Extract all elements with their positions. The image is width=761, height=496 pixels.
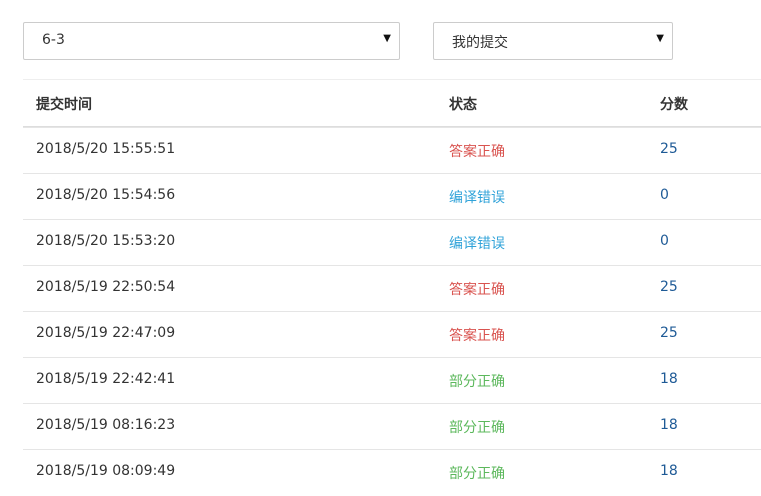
chevron-down-icon: ▼ bbox=[383, 33, 391, 44]
problem-select[interactable]: 6-3 ▼ bbox=[23, 22, 400, 60]
submission-status[interactable]: 部分正确 bbox=[449, 417, 505, 437]
submission-time: 2018/5/20 15:54:56 bbox=[36, 187, 176, 203]
submission-score: 25 bbox=[660, 141, 678, 157]
submission-status[interactable]: 部分正确 bbox=[449, 371, 505, 391]
table-row: 2018/5/19 22:50:54 答案正确 25 bbox=[23, 265, 761, 311]
submission-status[interactable]: 部分正确 bbox=[449, 463, 505, 483]
table-row: 2018/5/19 08:09:49 部分正确 18 bbox=[23, 449, 761, 495]
submission-score: 0 bbox=[660, 233, 669, 249]
problem-select-value: 6-3 bbox=[42, 32, 65, 48]
column-header-status: 状态 bbox=[449, 97, 477, 113]
column-header-score: 分数 bbox=[660, 97, 688, 113]
table-row: 2018/5/19 22:47:09 答案正确 25 bbox=[23, 311, 761, 357]
submission-time: 2018/5/20 15:53:20 bbox=[36, 233, 176, 249]
submission-score: 0 bbox=[660, 187, 669, 203]
submission-status[interactable]: 答案正确 bbox=[449, 325, 505, 345]
submission-time: 2018/5/19 08:16:23 bbox=[36, 417, 176, 433]
submission-time: 2018/5/19 22:50:54 bbox=[36, 279, 176, 295]
column-header-time: 提交时间 bbox=[36, 97, 92, 113]
submission-time: 2018/5/20 15:55:51 bbox=[36, 141, 176, 157]
submission-score: 18 bbox=[660, 371, 678, 387]
table-row: 2018/5/19 08:16:23 部分正确 18 bbox=[23, 403, 761, 449]
submission-score: 25 bbox=[660, 325, 678, 341]
submission-status[interactable]: 编译错误 bbox=[449, 233, 505, 253]
submission-score: 18 bbox=[660, 417, 678, 433]
submission-score: 25 bbox=[660, 279, 678, 295]
submission-status[interactable]: 编译错误 bbox=[449, 187, 505, 207]
table-header-row: 提交时间 状态 分数 bbox=[23, 79, 761, 127]
table-row: 2018/5/20 15:55:51 答案正确 25 bbox=[23, 127, 761, 173]
table-row: 2018/5/19 22:42:41 部分正确 18 bbox=[23, 357, 761, 403]
submission-status[interactable]: 答案正确 bbox=[449, 279, 505, 299]
submission-scope-select-value: 我的提交 bbox=[452, 35, 508, 51]
table-row: 2018/5/20 15:54:56 编译错误 0 bbox=[23, 173, 761, 219]
table-body: 2018/5/20 15:55:51 答案正确 25 2018/5/20 15:… bbox=[23, 127, 761, 495]
submission-time: 2018/5/19 22:42:41 bbox=[36, 371, 176, 387]
submission-time: 2018/5/19 08:09:49 bbox=[36, 463, 176, 479]
submissions-table: 提交时间 状态 分数 2018/5/20 15:55:51 答案正确 25 20… bbox=[23, 79, 761, 495]
submission-status[interactable]: 答案正确 bbox=[449, 141, 505, 161]
submission-score: 18 bbox=[660, 463, 678, 479]
submission-scope-select[interactable]: 我的提交 ▼ bbox=[433, 22, 673, 60]
table-row: 2018/5/20 15:53:20 编译错误 0 bbox=[23, 219, 761, 265]
submission-time: 2018/5/19 22:47:09 bbox=[36, 325, 176, 341]
chevron-down-icon: ▼ bbox=[656, 33, 664, 44]
